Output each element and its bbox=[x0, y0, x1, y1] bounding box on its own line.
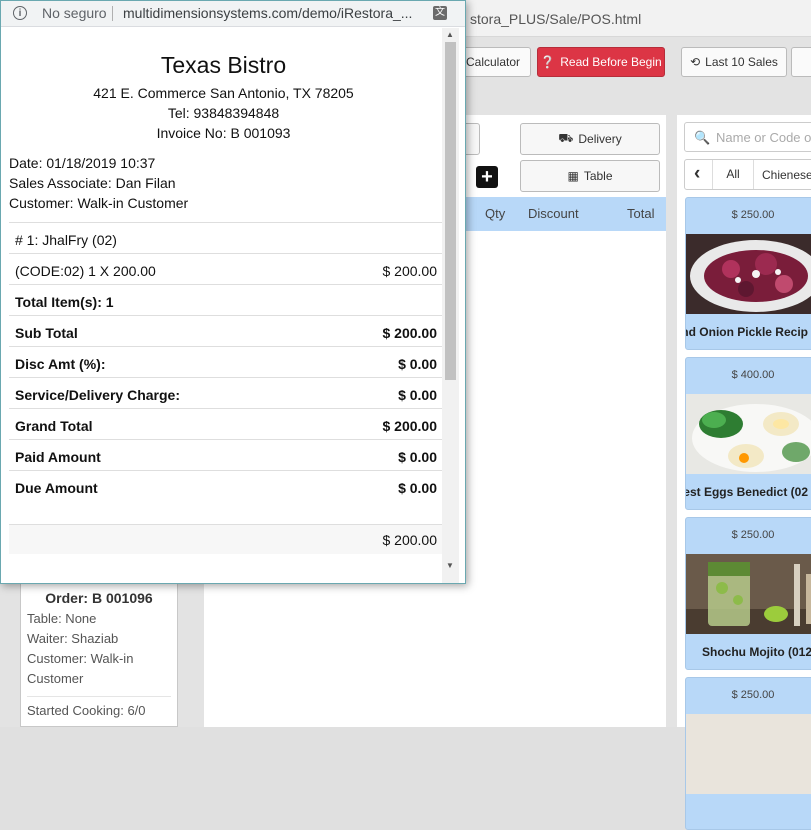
scroll-down-arrow-icon[interactable]: ▼ bbox=[446, 561, 454, 570]
scrollbar-thumb[interactable] bbox=[445, 42, 456, 380]
menu-item-card[interactable]: $ 250.00 Shochu Mojito (012) bbox=[685, 517, 811, 670]
divider bbox=[9, 315, 442, 316]
service-charge-label: Service/Delivery Charge: bbox=[15, 387, 180, 403]
receipt-item-amount: $ 200.00 bbox=[382, 263, 438, 279]
order-customer-cont: Customer bbox=[27, 671, 84, 686]
order-customer: Customer: Walk-in bbox=[27, 651, 134, 666]
menu-item-name: Shochu Mojito (012) bbox=[702, 645, 811, 659]
qty-header: Qty bbox=[485, 206, 506, 221]
customer-name: Customer: Walk-in Customer bbox=[9, 195, 189, 211]
popup-scrollbar[interactable]: ▲ ▼ bbox=[442, 28, 459, 583]
menu-item-image bbox=[686, 234, 811, 314]
security-label[interactable]: No seguro bbox=[42, 5, 107, 21]
read-before-begin-label: Read Before Begin bbox=[560, 55, 662, 69]
search-placeholder: Name or Code o bbox=[716, 130, 811, 145]
category-bar: ‹ All Chienese bbox=[684, 159, 811, 190]
restaurant-address: 421 E. Commerce San Antonio, TX 78205 bbox=[93, 85, 354, 101]
popup-url[interactable]: multidimensionsystems.com/demo/iRestora_… bbox=[123, 5, 412, 21]
menu-item-image bbox=[686, 394, 811, 474]
order-number: Order: B 001096 bbox=[45, 590, 153, 606]
search-icon: 🔍 bbox=[694, 130, 711, 145]
paid-amount-label: Paid Amount bbox=[15, 449, 101, 465]
scroll-up-arrow-icon[interactable]: ▲ bbox=[446, 30, 454, 39]
grand-total-value: $ 200.00 bbox=[382, 418, 438, 434]
receipt-item-code: (CODE:02) 1 X 200.00 bbox=[15, 263, 156, 279]
grand-total-label: Grand Total bbox=[15, 418, 93, 434]
receipt-footer: $ 200.00 bbox=[9, 524, 442, 554]
discount-header: Discount bbox=[528, 206, 579, 221]
receipt: Texas Bistro 421 E. Commerce San Antonio… bbox=[1, 28, 442, 583]
divider bbox=[9, 439, 442, 440]
paid-amount-value: $ 0.00 bbox=[398, 449, 437, 465]
restaurant-phone: Tel: 93848394848 bbox=[167, 105, 280, 121]
last-sales-button[interactable]: ⟲ Last 10 Sales bbox=[681, 47, 787, 77]
history-icon: ⟲ bbox=[690, 55, 701, 69]
menu-item-card[interactable]: $ 400.00 est Eggs Benedict (02 bbox=[685, 357, 811, 510]
menu-item-name: est Eggs Benedict (02 bbox=[685, 485, 808, 499]
divider bbox=[9, 253, 442, 254]
divider bbox=[9, 377, 442, 378]
due-amount-value: $ 0.00 bbox=[398, 480, 437, 496]
menu-item-price: $ 400.00 bbox=[731, 369, 775, 381]
divider bbox=[27, 696, 171, 697]
question-icon: ❔ bbox=[540, 55, 556, 69]
read-before-begin-button[interactable]: ❔ Read Before Begin bbox=[537, 47, 665, 77]
restaurant-name: Texas Bistro bbox=[160, 52, 287, 78]
cart-table-header: Qty Discount Total bbox=[455, 197, 666, 231]
popup-address-bar: i No seguro multidimensionsystems.com/de… bbox=[1, 1, 465, 27]
table-button[interactable]: ▦ Table bbox=[520, 160, 660, 192]
menu-item-image bbox=[686, 554, 811, 634]
sales-associate: Sales Associate: Dan Filan bbox=[9, 175, 176, 191]
menu-item-image bbox=[686, 714, 811, 794]
more-button[interactable] bbox=[791, 47, 811, 77]
divider bbox=[9, 470, 442, 471]
chevron-left-icon[interactable]: ‹ bbox=[694, 163, 700, 185]
divider bbox=[112, 6, 113, 21]
service-charge-value: $ 0.00 bbox=[398, 387, 437, 403]
menu-search-input[interactable]: 🔍 Name or Code o bbox=[684, 122, 811, 152]
running-order-card[interactable]: Order: B 001096 Table: None Waiter: Shaz… bbox=[20, 583, 178, 727]
info-icon[interactable]: i bbox=[13, 6, 27, 20]
invoice-popup-window: i No seguro multidimensionsystems.com/de… bbox=[0, 0, 466, 584]
truck-icon: ⛟ bbox=[558, 131, 574, 145]
calculator-label: Calculator bbox=[465, 55, 521, 69]
menu-item-price: $ 250.00 bbox=[731, 209, 775, 221]
menu-item-card[interactable]: $ 250.00 bbox=[685, 677, 811, 830]
discount-value: $ 0.00 bbox=[398, 356, 437, 372]
sub-total-value: $ 200.00 bbox=[382, 325, 438, 341]
menu-item-name: nd Onion Pickle Recip bbox=[685, 325, 808, 339]
order-cooking-status: Started Cooking: 6/0 bbox=[27, 703, 146, 718]
category-all-tab[interactable]: All bbox=[712, 160, 754, 189]
translate-icon[interactable]: 文 bbox=[433, 6, 447, 20]
last-sales-label: Last 10 Sales bbox=[705, 55, 778, 69]
add-customer-button[interactable]: + bbox=[476, 166, 498, 188]
table-icon: ▦ bbox=[567, 169, 579, 183]
sub-total-label: Sub Total bbox=[15, 325, 78, 341]
total-header: Total bbox=[627, 206, 655, 221]
calculator-button[interactable]: Calculator bbox=[455, 47, 531, 77]
order-waiter: Waiter: Shaziab bbox=[27, 631, 119, 646]
table-label: Table bbox=[583, 169, 613, 183]
invoice-date: Date: 01/18/2019 10:37 bbox=[9, 155, 156, 171]
delivery-label: Delivery bbox=[578, 132, 622, 146]
delivery-button[interactable]: ⛟ Delivery bbox=[520, 123, 660, 155]
discount-label: Disc Amt (%): bbox=[15, 356, 106, 372]
menu-item-price: $ 250.00 bbox=[731, 529, 775, 541]
due-amount-label: Due Amount bbox=[15, 480, 98, 496]
menu-item-card[interactable]: $ 250.00 nd Onion Pickle Recip bbox=[685, 197, 811, 350]
total-items: Total Item(s): 1 bbox=[15, 294, 114, 310]
category-tab[interactable]: Chienese bbox=[762, 168, 811, 182]
divider bbox=[9, 284, 442, 285]
background-url[interactable]: stora_PLUS/Sale/POS.html bbox=[470, 11, 641, 27]
invoice-number: Invoice No: B 001093 bbox=[156, 125, 291, 141]
order-table: Table: None bbox=[27, 611, 97, 626]
menu-item-price: $ 250.00 bbox=[731, 689, 775, 701]
divider bbox=[9, 346, 442, 347]
divider bbox=[9, 222, 442, 223]
divider bbox=[9, 408, 442, 409]
footer-amount: $ 200.00 bbox=[382, 532, 438, 548]
receipt-item-line: # 1: JhalFry (02) bbox=[15, 232, 117, 248]
